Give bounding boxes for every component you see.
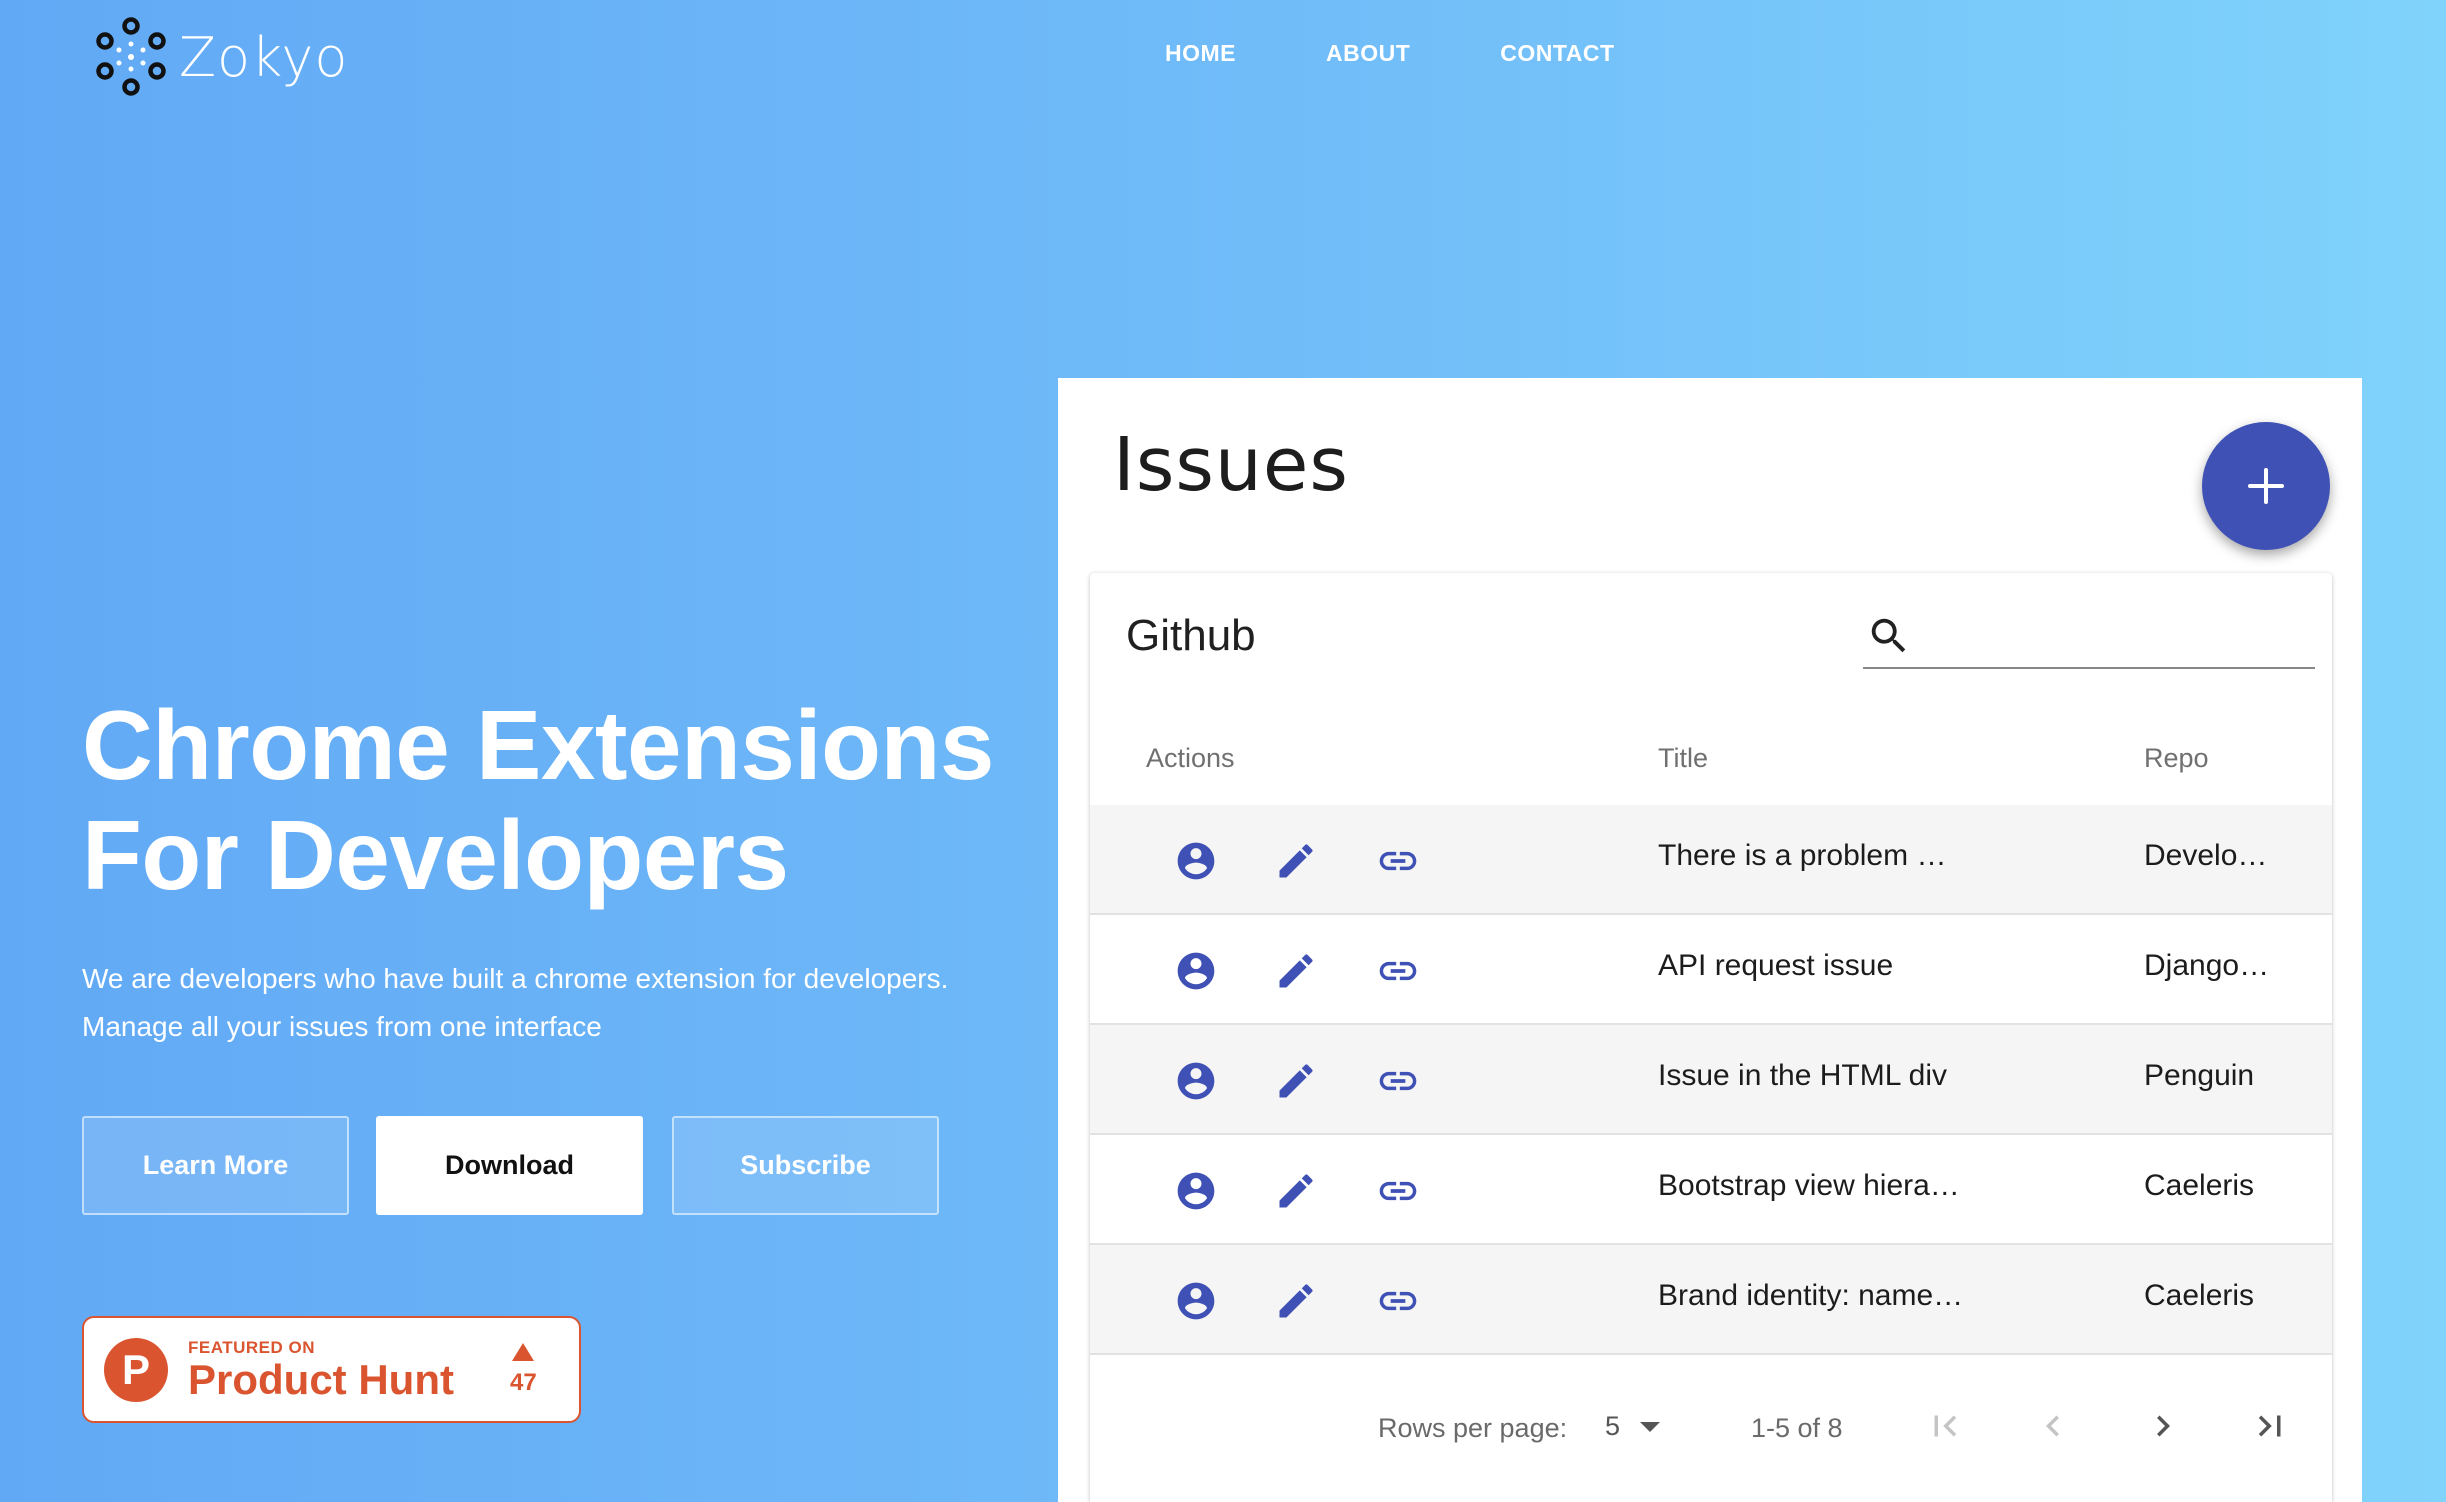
edit-issue-button[interactable] [1274, 839, 1318, 888]
add-issue-button[interactable] [2202, 422, 2330, 550]
brand-name: Zokyo [179, 25, 349, 89]
hero-title-line-1: Chrome Extensions [82, 690, 994, 800]
edit-pencil-icon [1279, 844, 1313, 878]
issue-repo: Django… [2144, 949, 2270, 982]
link-icon [1379, 1071, 1417, 1091]
product-hunt-votes: 47 [509, 1342, 537, 1397]
previous-page-button[interactable] [2032, 1405, 2074, 1454]
assign-user-button[interactable] [1174, 1279, 1218, 1328]
learn-more-button[interactable]: Learn More [82, 1116, 349, 1215]
logo-mark-icon [96, 17, 166, 96]
table-header: Actions Title Repo [1090, 721, 2332, 807]
assign-user-button[interactable] [1174, 1169, 1218, 1218]
last-page-icon [2258, 1415, 2281, 1437]
product-hunt-logo-icon: P [104, 1337, 168, 1402]
hero-title: Chrome Extensions For Developers [82, 690, 994, 910]
issue-repo: Caeleris [2144, 1169, 2255, 1202]
rows-per-page-label: Rows per page: [1378, 1413, 1568, 1443]
open-link-button[interactable] [1376, 949, 1420, 998]
product-hunt-badge[interactable]: P FEATURED ON Product Hunt 47 [82, 1316, 581, 1423]
account-circle-icon [1177, 1282, 1215, 1320]
chevron-left-icon [2046, 1415, 2059, 1437]
open-link-button[interactable] [1376, 1059, 1420, 1108]
table-row[interactable]: There is a problem … Develo… [1090, 805, 2332, 915]
product-hunt-text: FEATURED ON Product Hunt [188, 1338, 454, 1402]
hero-title-line-2: For Developers [82, 800, 789, 910]
pagination-range: 1-5 of 8 [1751, 1413, 1843, 1443]
edit-pencil-icon [1279, 1284, 1313, 1318]
assign-user-button[interactable] [1174, 1059, 1218, 1108]
issues-table-card: Github Actions Title Repo There is a pro… [1090, 573, 2332, 1502]
first-page-icon [1934, 1415, 1957, 1437]
account-circle-icon [1177, 842, 1215, 880]
brand-logo[interactable]: Zokyo [93, 17, 348, 97]
search-icon [1871, 618, 1906, 653]
open-link-button[interactable] [1376, 1279, 1420, 1328]
nav-about-link[interactable]: ABOUT [1326, 40, 1410, 67]
issues-title: Issues [1113, 422, 1349, 508]
hero-subtitle-line-1: We are developers who have built a chrom… [82, 963, 949, 994]
edit-pencil-icon [1279, 1174, 1313, 1208]
link-icon [1379, 961, 1417, 981]
issues-panel: Issues Github Actions Title Repo There i… [1058, 378, 2362, 1502]
open-link-button[interactable] [1376, 1169, 1420, 1218]
first-page-button[interactable] [1924, 1405, 1966, 1454]
add-icon [2248, 468, 2284, 504]
chevron-right-icon [2157, 1415, 2170, 1437]
assign-user-button[interactable] [1174, 949, 1218, 998]
issue-title: Brand identity: name… [1658, 1279, 1964, 1312]
issue-repo: Develo… [2144, 839, 2268, 872]
nav-home-link[interactable]: HOME [1165, 40, 1236, 67]
top-nav: HOME ABOUT CONTACT [1165, 40, 1705, 67]
column-header-actions: Actions [1146, 743, 1235, 773]
rows-per-page-value: 5 [1605, 1411, 1621, 1441]
column-header-title[interactable]: Title [1658, 743, 1708, 774]
subscribe-button[interactable]: Subscribe [672, 1116, 939, 1215]
link-icon [1379, 1181, 1417, 1201]
next-page-button[interactable] [2142, 1405, 2184, 1454]
table-row[interactable]: API request issue Django… [1090, 915, 2332, 1025]
product-hunt-featured-label: FEATURED ON [188, 1337, 316, 1357]
upvote-triangle-icon [512, 1342, 535, 1361]
product-hunt-vote-count: 47 [509, 1368, 537, 1396]
hero-subtitle-line-2: Manage all your issues from one interfac… [82, 1011, 602, 1042]
edit-issue-button[interactable] [1274, 949, 1318, 998]
link-icon [1379, 1291, 1417, 1311]
table-row[interactable]: Brand identity: name… Caeleris [1090, 1245, 2332, 1355]
hero-subtitle: We are developers who have built a chrom… [82, 955, 948, 1051]
link-icon [1379, 851, 1417, 871]
search-field [1863, 603, 2315, 669]
issue-title: There is a problem … [1658, 839, 1947, 872]
table-pagination: Rows per page: 5 1-5 of 8 [1090, 1363, 2332, 1502]
issue-title: API request issue [1658, 949, 1894, 982]
issue-repo: Penguin [2144, 1059, 2255, 1092]
issue-title: Bootstrap view hiera… [1658, 1169, 1960, 1202]
last-page-button[interactable] [2249, 1405, 2291, 1454]
search-input[interactable] [1933, 611, 2307, 659]
edit-issue-button[interactable] [1274, 1169, 1318, 1218]
table-title: Github [1126, 611, 1256, 660]
table-row[interactable]: Bootstrap view hiera… Caeleris [1090, 1135, 2332, 1245]
account-circle-icon [1177, 1172, 1215, 1210]
edit-pencil-icon [1279, 954, 1313, 988]
account-circle-icon [1177, 952, 1215, 990]
issue-title: Issue in the HTML div [1658, 1059, 1947, 1092]
edit-issue-button[interactable] [1274, 1059, 1318, 1108]
table-row[interactable]: Issue in the HTML div Penguin [1090, 1025, 2332, 1135]
product-hunt-name: Product Hunt [188, 1355, 454, 1403]
dropdown-arrow-icon [1640, 1421, 1661, 1432]
rows-per-page-select[interactable]: 5 [1605, 1411, 1661, 1442]
download-button[interactable]: Download [376, 1116, 643, 1215]
assign-user-button[interactable] [1174, 839, 1218, 888]
edit-issue-button[interactable] [1274, 1279, 1318, 1328]
nav-contact-link[interactable]: CONTACT [1500, 40, 1614, 67]
account-circle-icon [1177, 1062, 1215, 1100]
open-link-button[interactable] [1376, 839, 1420, 888]
issue-repo: Caeleris [2144, 1279, 2255, 1312]
column-header-repo[interactable]: Repo [2144, 743, 2209, 774]
edit-pencil-icon [1279, 1064, 1313, 1098]
